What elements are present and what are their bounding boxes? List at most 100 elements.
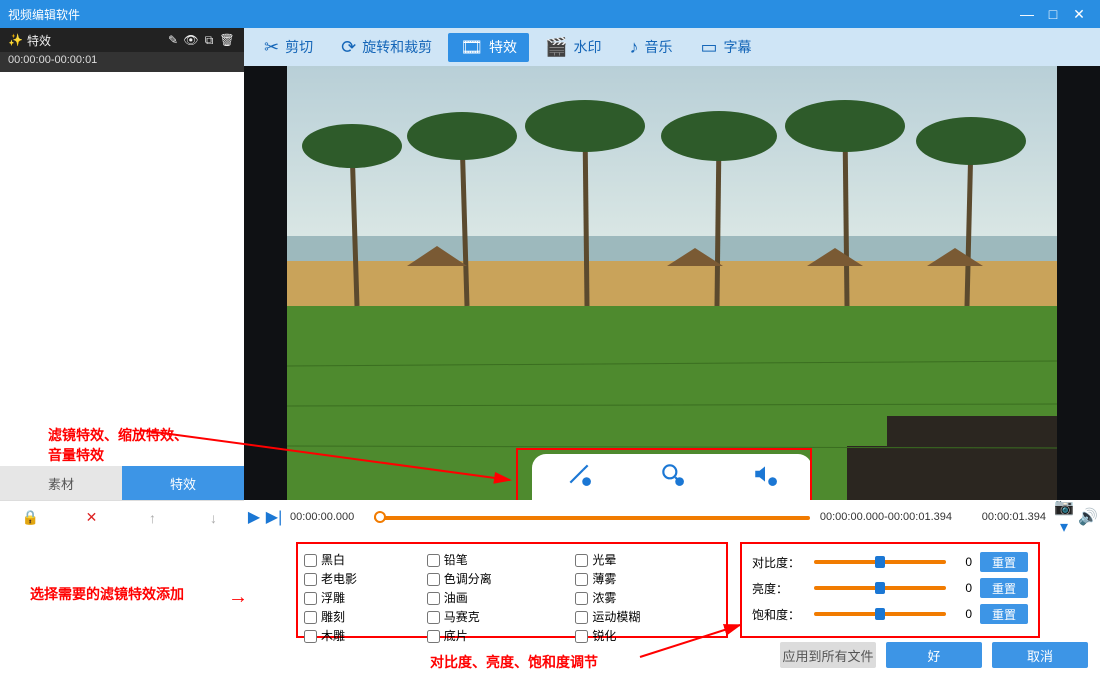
filter-label: 马赛克 [444, 610, 480, 624]
filter-checkbox[interactable] [575, 611, 588, 624]
filter-list-box: 黑白铅笔光晕老电影色调分离薄雾浮雕油画浓雾雕刻马赛克运动模糊木雕底片锐化 [296, 542, 728, 638]
timeline-track[interactable] [374, 507, 810, 527]
window-title: 视频编辑软件 [8, 6, 1014, 23]
move-up-button[interactable]: ↑ [122, 510, 183, 526]
filter-option[interactable]: 老电影 [302, 569, 425, 588]
filter-option[interactable]: 浮雕 [302, 588, 425, 607]
contrast-value: 0 [954, 555, 972, 569]
contrast-slider[interactable] [814, 560, 946, 564]
bottom-button-bar: 应用到所有文件 好 取消 [780, 642, 1088, 668]
maximize-button[interactable]: □ [1040, 6, 1066, 22]
edit-icon[interactable]: ✎ [164, 33, 182, 47]
filter-option[interactable]: 浓雾 [573, 588, 722, 607]
time-current: 00:00:00.000 [284, 511, 374, 523]
snapshot-button[interactable]: 📷▾ [1052, 497, 1076, 537]
adjustment-box: 对比度： 0 重置 亮度： 0 重置 饱和度： 0 重置 [740, 542, 1040, 638]
copy-icon[interactable]: ⧉ [200, 33, 218, 48]
lower-panel: 选择需要的滤镜特效添加 → 黑白 铅笔 光晕老电影 色调分离 薄雾浮雕油画 浓雾雕刻 马赛克… [0, 534, 1100, 680]
tool-rotate-crop[interactable]: ⟳旋转和裁剪 [329, 33, 444, 62]
filter-checkbox[interactable] [575, 554, 588, 567]
filter-option[interactable]: 薄雾 [573, 569, 722, 588]
filter-option[interactable]: 油画 [425, 588, 574, 607]
brightness-slider[interactable] [814, 586, 946, 590]
ok-button[interactable]: 好 [886, 642, 982, 668]
tool-watermark[interactable]: 🎬水印 [533, 33, 613, 62]
tool-music[interactable]: ♪音乐 [617, 33, 684, 62]
delete-icon[interactable]: 🗑 [218, 33, 236, 47]
filter-checkbox[interactable] [427, 630, 440, 643]
left-control-row: 🔒 ✕ ↑ ↓ [0, 500, 244, 534]
fx-zoom-button[interactable]: + [659, 461, 685, 493]
close-button[interactable]: ✕ [1066, 6, 1092, 23]
filter-label: 锐化 [592, 629, 616, 643]
filter-option[interactable]: 色调分离 [425, 569, 574, 588]
volume-button[interactable]: 🔊 [1076, 507, 1100, 527]
brightness-label: 亮度： [752, 580, 806, 597]
music-icon: ♪ [629, 37, 638, 58]
contrast-reset-button[interactable]: 重置 [980, 552, 1028, 572]
filter-checkbox[interactable] [304, 592, 317, 605]
cut-icon: ✂ [264, 37, 279, 58]
tab-effects[interactable]: 特效 [122, 466, 244, 500]
fx-volume-button[interactable]: + [752, 461, 778, 493]
filter-checkbox[interactable] [304, 630, 317, 643]
filter-label: 底片 [444, 629, 468, 643]
filter-checkbox[interactable] [304, 611, 317, 624]
tool-subtitle[interactable]: ▭字幕 [688, 33, 763, 62]
window-titlebar: 视频编辑软件 — □ ✕ [0, 0, 1100, 28]
tab-material[interactable]: 素材 [0, 466, 122, 500]
filter-label: 色调分离 [444, 572, 492, 586]
eye-icon[interactable]: 👁 [182, 33, 200, 47]
filter-checkbox[interactable] [575, 630, 588, 643]
tool-cut[interactable]: ✂剪切 [252, 33, 325, 62]
filter-checkbox[interactable] [575, 573, 588, 586]
filter-option[interactable]: 黑白 [302, 550, 425, 569]
filter-label: 浓雾 [592, 591, 616, 605]
filter-option[interactable]: 运动模糊 [573, 607, 722, 626]
saturation-value: 0 [954, 607, 972, 621]
filter-checkbox[interactable] [304, 554, 317, 567]
filter-checkbox[interactable] [427, 592, 440, 605]
crop-icon: ⟳ [341, 37, 356, 58]
timeline-row: ▶ ▶| 00:00:00.000 00:00:00.000-00:00:01.… [244, 500, 1100, 534]
annotation-sliders: 对比度、亮度、饱和度调节 [430, 652, 598, 672]
filter-option[interactable]: 铅笔 [425, 550, 574, 569]
filter-option[interactable]: 锐化 [573, 626, 722, 645]
filter-checkbox[interactable] [427, 573, 440, 586]
saturation-reset-button[interactable]: 重置 [980, 604, 1028, 624]
filter-checkbox[interactable] [304, 573, 317, 586]
apply-all-button[interactable]: 应用到所有文件 [780, 642, 876, 668]
filter-checkbox[interactable] [427, 611, 440, 624]
filter-checkbox[interactable] [427, 554, 440, 567]
svg-text:+: + [677, 477, 682, 487]
saturation-slider[interactable] [814, 612, 946, 616]
filter-option[interactable]: 雕刻 [302, 607, 425, 626]
tool-effects[interactable]: 🎞特效 [448, 33, 529, 62]
step-button[interactable]: ▶| [264, 507, 284, 527]
minimize-button[interactable]: — [1014, 6, 1040, 22]
filter-checkbox[interactable] [575, 592, 588, 605]
wand-icon: ✨ [8, 33, 23, 47]
time-total: 00:00:01.394 [962, 511, 1052, 523]
brightness-reset-button[interactable]: 重置 [980, 578, 1028, 598]
filter-label: 老电影 [321, 572, 357, 586]
filter-label: 铅笔 [444, 553, 468, 567]
svg-text:+: + [770, 477, 775, 487]
main-toolbar: ✂剪切 ⟳旋转和裁剪 🎞特效 🎬水印 ♪音乐 ▭字幕 [244, 28, 1100, 66]
lock-button[interactable]: 🔒 [0, 509, 61, 526]
delete-button[interactable]: ✕ [61, 509, 122, 526]
annotation-arrow-icon: → [228, 586, 248, 609]
annotation-select-filter: 选择需要的滤镜特效添加 [30, 584, 184, 604]
left-panel-body: 滤镜特效、缩放特效、 音量特效 [0, 72, 244, 466]
filter-option[interactable]: 光晕 [573, 550, 722, 569]
filter-option[interactable]: 马赛克 [425, 607, 574, 626]
filter-option[interactable]: 木雕 [302, 626, 425, 645]
filter-label: 黑白 [321, 553, 345, 567]
filter-option[interactable]: 底片 [425, 626, 574, 645]
brightness-value: 0 [954, 581, 972, 595]
contrast-label: 对比度： [752, 554, 806, 571]
fx-filter-button[interactable]: + [566, 461, 592, 493]
cancel-button[interactable]: 取消 [992, 642, 1088, 668]
move-down-button[interactable]: ↓ [183, 510, 244, 526]
play-button[interactable]: ▶ [244, 507, 264, 527]
